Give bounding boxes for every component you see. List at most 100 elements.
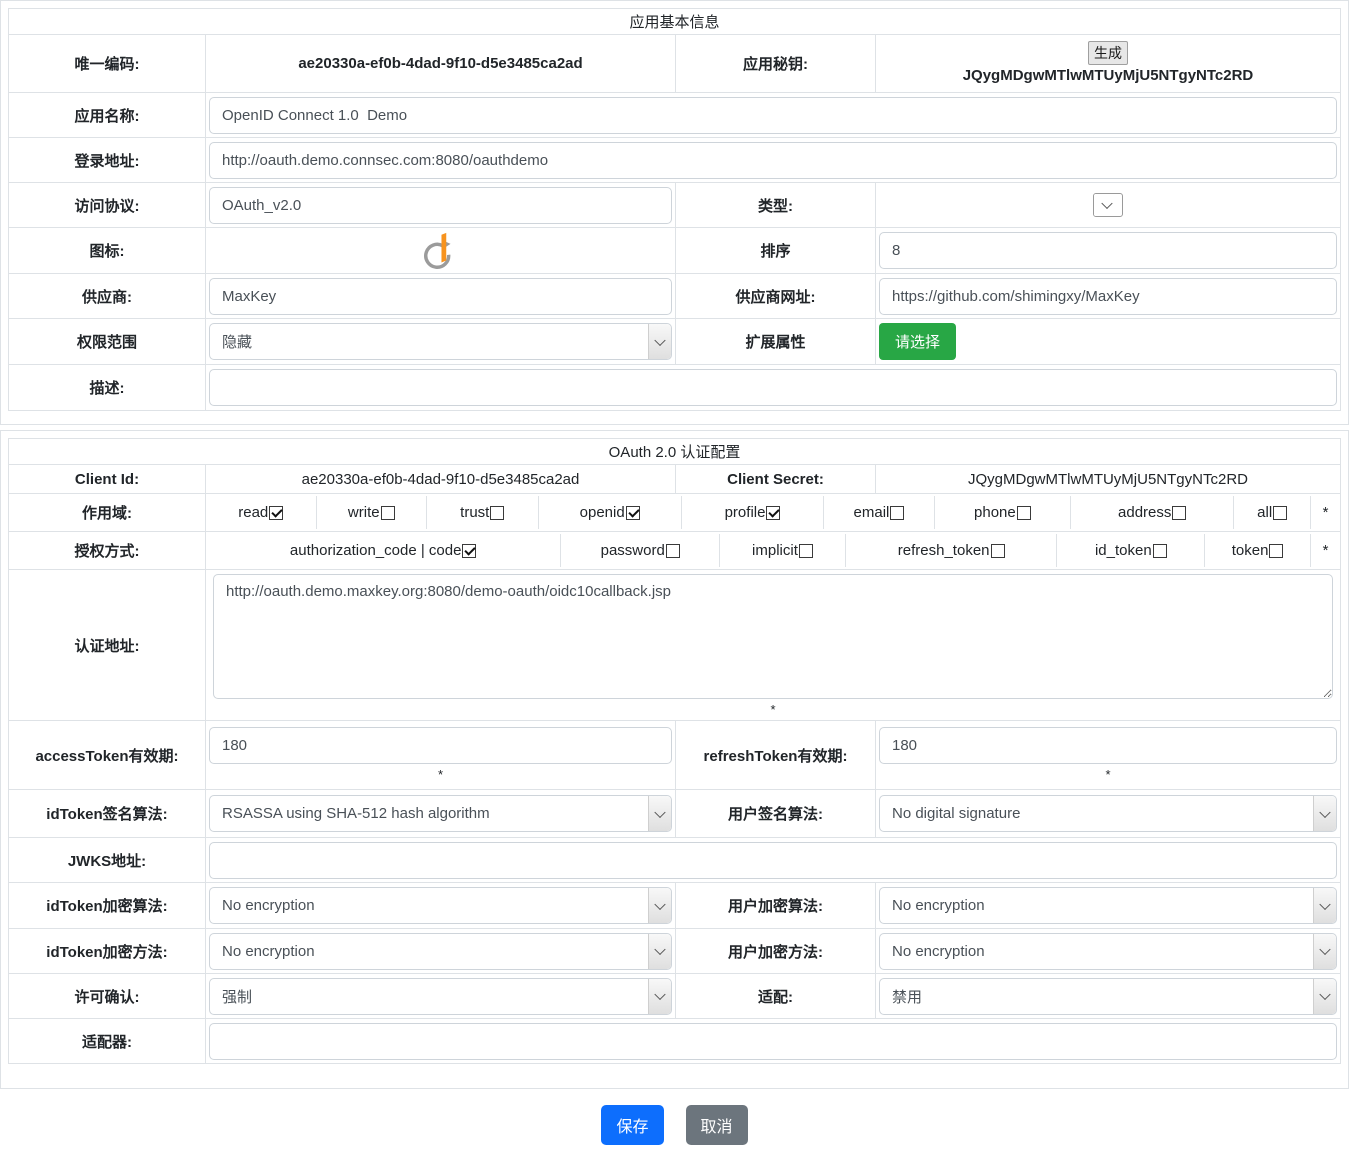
vendor-url-label: 供应商网址: — [676, 274, 876, 319]
oauth-config-table: OAuth 2.0 认证配置 Client Id: ae20330a-ef0b-… — [8, 438, 1341, 1064]
scope-checkbox-address[interactable] — [1172, 506, 1186, 520]
scope-option-email-label: email — [854, 504, 890, 521]
scope-required-marker: * — [1310, 496, 1340, 529]
approval-prompt-select[interactable]: 强制 — [209, 978, 672, 1015]
jwks-uri-input[interactable] — [209, 842, 1337, 879]
oauth-config-panel: OAuth 2.0 认证配置 Client Id: ae20330a-ef0b-… — [0, 430, 1349, 1089]
user-info-enc-method-select[interactable]: No encryption — [879, 933, 1337, 970]
user-info-enc-alg-select[interactable]: No encryption — [879, 887, 1337, 924]
protocol-label: 访问协议: — [9, 183, 206, 228]
scope-checkbox-write[interactable] — [381, 506, 395, 520]
oauth-panel-title: OAuth 2.0 认证配置 — [9, 439, 1341, 465]
app-type-select[interactable] — [1093, 193, 1123, 217]
scope-option-phone-label: phone — [974, 504, 1016, 521]
app-name-input[interactable] — [209, 97, 1337, 134]
app-secret-value: JQygMDgwMTlwMTUyMjU5NTgyNTc2RD — [879, 65, 1337, 87]
access-token-required-marker: * — [209, 764, 672, 783]
scope-option-email[interactable]: email — [823, 496, 934, 529]
vendor-url-input[interactable] — [879, 278, 1337, 315]
sort-input[interactable] — [879, 232, 1337, 269]
login-url-input[interactable] — [209, 142, 1337, 179]
grant-option-refresh-token[interactable]: refresh_token — [845, 534, 1057, 567]
scope-options: read write trust openid profile email ph… — [206, 496, 1340, 529]
grant-option-password[interactable]: password — [560, 534, 719, 567]
grant-option-password-label: password — [601, 542, 665, 559]
grant-types-label: 授权方式: — [9, 532, 206, 570]
grant-checkbox-id-token[interactable] — [1153, 544, 1167, 558]
visibility-select[interactable]: 隐藏 — [209, 323, 672, 360]
user-info-enc-alg-label: 用户加密算法: — [676, 883, 876, 929]
grant-type-options: authorization_code | code password impli… — [206, 534, 1340, 567]
redirect-uri-textarea[interactable]: http://oauth.demo.maxkey.org:8080/demo-o… — [213, 574, 1333, 699]
grant-option-token[interactable]: token — [1204, 534, 1310, 567]
protocol-input[interactable] — [209, 187, 672, 224]
id-token-signing-alg-value: RSASSA using SHA-512 hash algorithm — [222, 805, 490, 822]
basic-info-table: 应用基本信息 唯一编码: ae20330a-ef0b-4dad-9f10-d5e… — [8, 8, 1341, 411]
app-name-label: 应用名称: — [9, 93, 206, 138]
scope-option-address[interactable]: address — [1070, 496, 1233, 529]
vendor-input[interactable] — [209, 278, 672, 315]
basic-info-panel: 应用基本信息 唯一编码: ae20330a-ef0b-4dad-9f10-d5e… — [0, 0, 1349, 425]
scope-checkbox-all[interactable] — [1273, 506, 1287, 520]
grant-option-authorization-code-label: authorization_code | code — [290, 542, 462, 559]
sort-label: 排序 — [676, 228, 876, 274]
scope-option-read-label: read — [238, 504, 268, 521]
access-token-validity-input[interactable] — [209, 727, 672, 764]
client-secret-value: JQygMDgwMTlwMTUyMjU5NTgyNTc2RD — [876, 465, 1341, 494]
id-token-enc-method-select[interactable]: No encryption — [209, 933, 672, 970]
scope-option-write[interactable]: write — [316, 496, 427, 529]
scope-label: 作用域: — [9, 494, 206, 532]
grant-checkbox-token[interactable] — [1269, 544, 1283, 558]
grant-checkbox-password[interactable] — [666, 544, 680, 558]
generate-secret-button[interactable]: 生成 — [1088, 41, 1128, 65]
adapter-switch-select[interactable]: 禁用 — [879, 978, 1337, 1015]
user-info-enc-alg-value: No encryption — [892, 897, 985, 914]
adapter-label: 适配器: — [9, 1019, 206, 1064]
scope-option-openid[interactable]: openid — [538, 496, 681, 529]
id-token-enc-alg-select[interactable]: No encryption — [209, 887, 672, 924]
redirect-uri-required-marker: * — [213, 699, 1333, 718]
scope-option-write-label: write — [348, 504, 380, 521]
grant-option-id-token-label: id_token — [1095, 542, 1152, 559]
scope-option-profile-label: profile — [725, 504, 766, 521]
scope-checkbox-phone[interactable] — [1017, 506, 1031, 520]
id-token-enc-method-label: idToken加密方法: — [9, 929, 206, 974]
app-secret-label: 应用秘钥: — [676, 35, 876, 93]
grant-checkbox-refresh-token[interactable] — [991, 544, 1005, 558]
id-token-enc-alg-value: No encryption — [222, 897, 315, 914]
grant-option-authorization-code[interactable]: authorization_code | code — [206, 534, 560, 567]
vendor-label: 供应商: — [9, 274, 206, 319]
grant-option-refresh-token-label: refresh_token — [898, 542, 990, 559]
scope-option-phone[interactable]: phone — [934, 496, 1070, 529]
scope-option-all-label: all — [1257, 504, 1272, 521]
adapter-input[interactable] — [209, 1023, 1337, 1060]
id-token-signing-alg-select[interactable]: RSASSA using SHA-512 hash algorithm — [209, 795, 672, 832]
scope-checkbox-trust[interactable] — [490, 506, 504, 520]
app-type-label: 类型: — [676, 183, 876, 228]
adapter-switch-value: 禁用 — [892, 986, 922, 1007]
cancel-button[interactable]: 取消 — [686, 1105, 748, 1145]
grant-checkbox-authorization-code[interactable] — [462, 544, 476, 558]
refresh-token-validity-input[interactable] — [879, 727, 1337, 764]
grant-option-implicit[interactable]: implicit — [719, 534, 845, 567]
scope-checkbox-openid[interactable] — [626, 506, 640, 520]
description-label: 描述: — [9, 365, 206, 411]
login-url-label: 登录地址: — [9, 138, 206, 183]
description-input[interactable] — [209, 369, 1337, 406]
ext-attr-select-button[interactable]: 请选择 — [879, 323, 956, 360]
scope-option-trust[interactable]: trust — [426, 496, 538, 529]
scope-checkbox-read[interactable] — [269, 506, 283, 520]
grant-option-implicit-label: implicit — [752, 542, 798, 559]
scope-option-profile[interactable]: profile — [681, 496, 823, 529]
scope-checkbox-profile[interactable] — [766, 506, 780, 520]
grant-checkbox-implicit[interactable] — [799, 544, 813, 558]
scope-checkbox-email[interactable] — [890, 506, 904, 520]
grant-option-id-token[interactable]: id_token — [1056, 534, 1204, 567]
scope-option-all[interactable]: all — [1233, 496, 1310, 529]
client-id-label: Client Id: — [9, 465, 206, 494]
scope-option-trust-label: trust — [460, 504, 489, 521]
scope-option-read[interactable]: read — [206, 496, 316, 529]
user-info-signing-alg-select[interactable]: No digital signature — [879, 795, 1337, 832]
icon-label: 图标: — [9, 228, 206, 274]
save-button[interactable]: 保存 — [601, 1105, 663, 1145]
